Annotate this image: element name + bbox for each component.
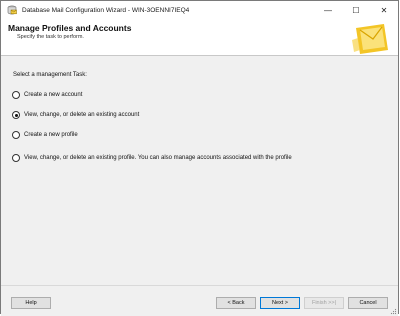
option-manage-profile[interactable]: View, change, or delete an existing prof… [12,154,292,162]
option-create-account[interactable]: Create a new account [12,91,82,99]
option-label: View, change, or delete an existing prof… [24,155,292,161]
title-bar[interactable]: Database Mail Configuration Wizard - WIN… [1,1,398,19]
minimize-button[interactable]: — [314,1,342,19]
help-button[interactable]: Help [11,297,51,309]
envelope-logo-icon [344,20,392,54]
next-button[interactable]: Next > [260,297,300,309]
resize-grip-icon[interactable] [389,307,397,315]
option-label: Create a new profile [24,132,78,138]
radio-create-profile[interactable] [12,131,20,139]
option-label: Create a new account [24,92,83,98]
option-label: View, change, or delete an existing acco… [24,112,140,118]
radio-manage-profile[interactable] [12,154,20,162]
database-mail-icon [7,5,17,15]
option-create-profile[interactable]: Create a new profile [12,131,78,139]
radio-create-account[interactable] [12,91,20,99]
wizard-window: Database Mail Configuration Wizard - WIN… [0,0,399,316]
close-button[interactable]: ✕ [370,1,398,19]
window-title: Database Mail Configuration Wizard - WIN… [22,6,190,14]
wizard-content: Select a management Task: Create a new a… [1,56,398,285]
window-controls: — ☐ ✕ [314,1,398,19]
back-button[interactable]: < Back [216,297,256,309]
maximize-button[interactable]: ☐ [342,1,370,19]
finish-button[interactable]: Finish >>| [304,297,344,309]
wizard-header: Manage Profiles and Accounts Specify the… [1,19,398,56]
cancel-button[interactable]: Cancel [348,297,388,309]
page-title: Manage Profiles and Accounts [8,23,132,33]
wizard-footer: Help < Back Next > Finish >>| Cancel [1,285,398,316]
option-manage-account[interactable]: View, change, or delete an existing acco… [12,111,139,119]
radio-manage-account[interactable] [12,111,20,119]
page-subtitle: Specify the task to perform. [17,34,84,40]
task-prompt: Select a management Task: [13,72,87,78]
